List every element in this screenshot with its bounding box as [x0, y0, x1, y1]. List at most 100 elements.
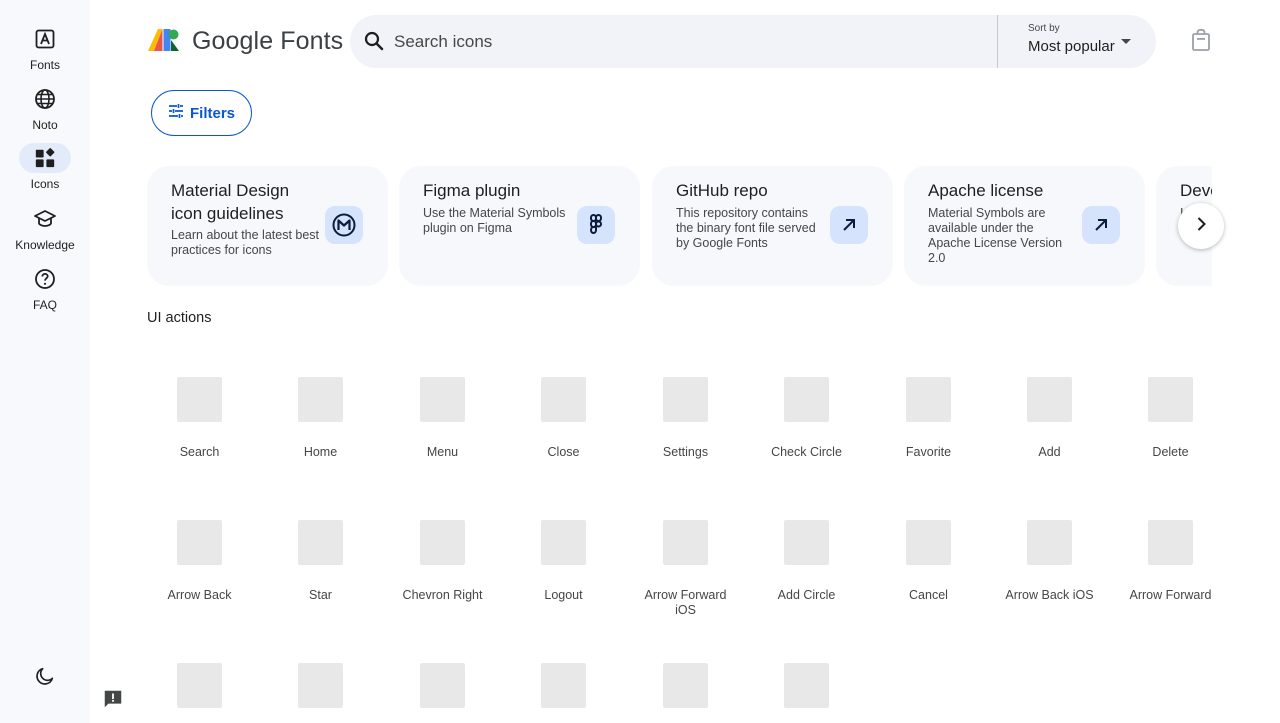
card-description: Use the Material Symbols plugin on Figma [423, 206, 566, 235]
icon-preview [1148, 377, 1193, 422]
icon-tile[interactable]: Star [268, 520, 389, 660]
icon-preview [906, 520, 951, 565]
rail-label-fonts: Fonts [29, 58, 60, 72]
card-title: Apache license [928, 181, 1044, 200]
icon-tile[interactable]: Delete [1118, 377, 1239, 517]
widgets-icon [19, 143, 71, 173]
icon-tile[interactable] [390, 663, 511, 723]
tune-icon [168, 103, 184, 124]
school-icon [19, 204, 71, 234]
icon-tile[interactable]: Search [147, 377, 268, 517]
font-icon [19, 24, 71, 54]
icon-preview [298, 377, 343, 422]
icon-preview [663, 377, 708, 422]
icon-label: Arrow Back iOS [1005, 588, 1094, 602]
search-bar: Sort by Most popular [350, 15, 1156, 68]
icon-tile[interactable]: Add Circle [754, 520, 875, 660]
card-figma-plugin[interactable]: Figma plugin Use the Material Symbols pl… [399, 166, 640, 286]
icon-label: Arrow Forward [1129, 588, 1212, 602]
search-input[interactable] [394, 15, 974, 68]
icon-tile[interactable]: Check Circle [754, 377, 875, 517]
search-divider [997, 15, 998, 68]
theme-toggle-button[interactable] [19, 664, 71, 692]
icon-tile[interactable]: Home [268, 377, 389, 517]
icon-label: Add Circle [777, 588, 836, 602]
help-icon [19, 264, 71, 294]
icon-preview [663, 520, 708, 565]
icon-label: Star [309, 588, 332, 602]
icon-preview [784, 377, 829, 422]
rail-item-fonts[interactable]: Fonts [0, 24, 90, 72]
figma-icon [577, 206, 615, 244]
material-logo-icon [325, 206, 363, 244]
icon-label: Search [179, 445, 220, 459]
icon-preview [784, 663, 829, 708]
icon-tile[interactable] [754, 663, 875, 723]
icon-tile[interactable]: Add [997, 377, 1118, 517]
rail-label-knowledge: Knowledge [15, 238, 75, 252]
card-apache-license[interactable]: Apache license Material Symbols are avai… [904, 166, 1145, 286]
navigation-rail: Fonts Noto Icons Knowledge FAQ [0, 0, 90, 723]
icon-tile[interactable] [511, 663, 632, 723]
rail-item-faq[interactable]: FAQ [0, 264, 90, 312]
rail-label-faq: FAQ [32, 298, 57, 312]
icon-preview [541, 520, 586, 565]
icon-preview [541, 663, 586, 708]
logo-text: Google Fonts [192, 27, 344, 55]
icon-label: Settings [662, 445, 709, 459]
icon-tile[interactable]: Close [511, 377, 632, 517]
icon-label: Logout [544, 588, 583, 602]
icon-tile[interactable]: Arrow Back iOS [997, 520, 1118, 660]
logo-icon [148, 26, 179, 57]
rail-label-noto: Noto [32, 118, 58, 132]
search-icon[interactable] [362, 29, 386, 53]
card-github-repo[interactable]: GitHub repo This repository contains the… [652, 166, 893, 286]
icon-tile[interactable]: Favorite [876, 377, 997, 517]
icon-preview [177, 377, 222, 422]
selected-families-button[interactable] [1188, 28, 1214, 56]
arrow-outward-icon [1082, 206, 1120, 244]
card-title: GitHub repo [676, 181, 768, 200]
icon-label: Favorite [905, 445, 952, 459]
shopping-bag-icon [1190, 28, 1212, 57]
card-description: Learn about the latest best practices fo… [171, 228, 320, 257]
rail-item-icons[interactable]: Icons [0, 143, 90, 191]
rail-item-knowledge[interactable]: Knowledge [0, 204, 90, 252]
icon-tile[interactable]: Logout [511, 520, 632, 660]
globe-icon [19, 84, 71, 114]
icon-label: Arrow Forward iOS [644, 588, 727, 617]
icon-tile[interactable]: Arrow Forward [1118, 520, 1239, 660]
icon-preview [298, 520, 343, 565]
google-fonts-logo[interactable]: Google Fonts [148, 26, 343, 57]
icon-tile[interactable] [147, 663, 268, 723]
carousel-next-button[interactable] [1178, 203, 1224, 249]
icon-tile[interactable]: Cancel [876, 520, 997, 660]
dark-mode-icon [34, 665, 56, 692]
rail-item-noto[interactable]: Noto [0, 84, 90, 132]
icon-tile[interactable]: Arrow Forward iOS [633, 520, 754, 660]
chevron-down-icon[interactable] [1121, 39, 1131, 44]
icon-tile[interactable]: Arrow Back [147, 520, 268, 660]
icon-label: Chevron Right [402, 588, 483, 602]
feedback-icon [102, 688, 124, 715]
icon-tile[interactable]: Settings [633, 377, 754, 517]
icon-tile[interactable] [268, 663, 389, 723]
icon-preview [906, 377, 951, 422]
card-title: Figma plugin [423, 181, 521, 200]
card-title: Material Design icon guidelines [171, 181, 290, 223]
feedback-button[interactable] [100, 688, 126, 714]
card-title: Deve [1180, 181, 1212, 200]
icon-preview [541, 377, 586, 422]
arrow-outward-icon [830, 206, 868, 244]
icon-tile[interactable]: Chevron Right [390, 520, 511, 660]
icon-tile[interactable]: Menu [390, 377, 511, 517]
filters-button[interactable]: Filters [151, 90, 252, 136]
info-cards-carousel: Material Design icon guidelines Learn ab… [147, 166, 1212, 286]
icon-label: Menu [426, 445, 459, 459]
icon-label: Delete [1152, 445, 1189, 459]
icon-tile[interactable] [633, 663, 754, 723]
icon-preview [663, 663, 708, 708]
card-guidelines[interactable]: Material Design icon guidelines Learn ab… [147, 166, 388, 286]
section-title-ui-actions: UI actions [147, 310, 212, 326]
icon-preview [420, 520, 465, 565]
